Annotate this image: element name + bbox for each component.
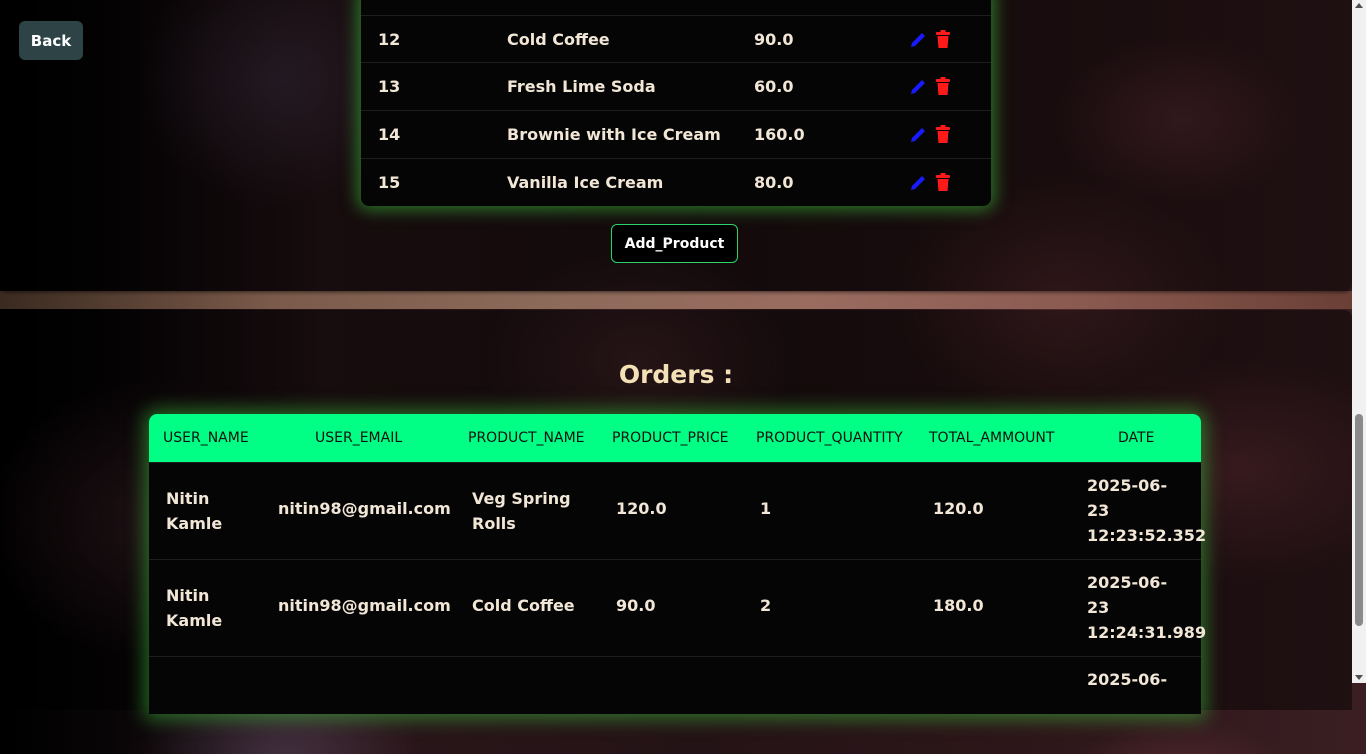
- product-id: 15: [378, 173, 401, 192]
- orders-header: USER_NAME USER_EMAIL PRODUCT_NAME PRODUC…: [149, 414, 1201, 462]
- product-id: 12: [378, 30, 401, 49]
- product-name-cell: Cold Coffee: [472, 596, 575, 615]
- product-name: Cold Coffee: [507, 30, 610, 49]
- column-header: PRODUCT_PRICE: [612, 430, 729, 446]
- user-name-cell: Nitin Kamle: [166, 489, 223, 533]
- product-price: 90.0: [754, 30, 794, 49]
- product-name-cell: Veg Spring Rolls: [472, 489, 571, 533]
- column-header: PRODUCT_QUANTITY: [756, 430, 903, 446]
- scrollbar[interactable]: [1352, 0, 1366, 683]
- product-row: 13 Fresh Lime Soda 60.0: [361, 62, 991, 110]
- scroll-up-arrow-icon[interactable]: [1355, 3, 1363, 8]
- scroll-down-arrow-icon[interactable]: [1355, 675, 1363, 680]
- price-cell: 90.0: [616, 596, 656, 615]
- product-id: 14: [378, 125, 401, 144]
- product-id: 13: [378, 77, 401, 96]
- product-name: Vanilla Ice Cream: [507, 173, 664, 192]
- column-header: USER_EMAIL: [315, 430, 403, 446]
- orders-table: USER_NAME USER_EMAIL PRODUCT_NAME PRODUC…: [149, 414, 1206, 714]
- column-header: DATE: [1118, 430, 1155, 446]
- scroll-thumb[interactable]: [1355, 414, 1363, 626]
- table-row: Nitin Kamle nitin98@gmail.com Cold Coffee…: [149, 559, 1206, 657]
- product-price: 60.0: [754, 77, 794, 96]
- pencil-icon[interactable]: [909, 126, 927, 144]
- trash-icon[interactable]: [935, 173, 951, 192]
- price-cell: 120.0: [616, 499, 667, 518]
- trash-icon[interactable]: [935, 125, 951, 144]
- table-row: Nitin Kamle nitin98@gmail.com Veg Spring R…: [149, 462, 1206, 560]
- product-name: Fresh Lime Soda: [507, 77, 656, 96]
- user-name-cell: Nitin Kamle: [166, 586, 223, 630]
- email-cell: nitin98@gmail.com: [278, 499, 451, 518]
- products-table: 12 Cold Coffee 90.0 13 Fresh Lime Soda 6…: [361, 0, 991, 206]
- product-row: 12 Cold Coffee 90.0: [361, 15, 991, 63]
- trash-icon[interactable]: [935, 77, 951, 96]
- date-cell: 2025-06-: [1087, 670, 1168, 689]
- product-row: 14 Brownie with Ice Cream 160.0: [361, 110, 991, 158]
- add-product-button[interactable]: Add_Product: [611, 224, 738, 263]
- column-header: TOTAL_AMMOUNT: [929, 430, 1055, 446]
- column-header: USER_NAME: [163, 430, 249, 446]
- pencil-icon[interactable]: [909, 31, 927, 49]
- pencil-icon[interactable]: [909, 78, 927, 96]
- product-name: Brownie with Ice Cream: [507, 125, 721, 144]
- column-header: PRODUCT_NAME: [468, 430, 585, 446]
- product-row: 15 Vanilla Ice Cream 80.0: [361, 158, 991, 206]
- date-cell: 2025-06- 23 12:23:52.352: [1087, 476, 1207, 545]
- trash-icon[interactable]: [935, 30, 951, 49]
- quantity-cell: 2: [760, 596, 772, 615]
- total-cell: 120.0: [933, 499, 984, 518]
- background-strip: [0, 291, 1352, 309]
- product-price: 80.0: [754, 173, 794, 192]
- total-cell: 180.0: [933, 596, 984, 615]
- quantity-cell: 1: [760, 499, 772, 518]
- date-cell: 2025-06- 23 12:24:31.989: [1087, 573, 1207, 642]
- product-price: 160.0: [754, 125, 805, 144]
- back-button[interactable]: Back: [19, 21, 83, 60]
- orders-title: Orders :: [618, 360, 734, 389]
- table-row: 2025-06-: [149, 656, 1201, 754]
- pencil-icon[interactable]: [909, 174, 927, 192]
- email-cell: nitin98@gmail.com: [278, 596, 451, 615]
